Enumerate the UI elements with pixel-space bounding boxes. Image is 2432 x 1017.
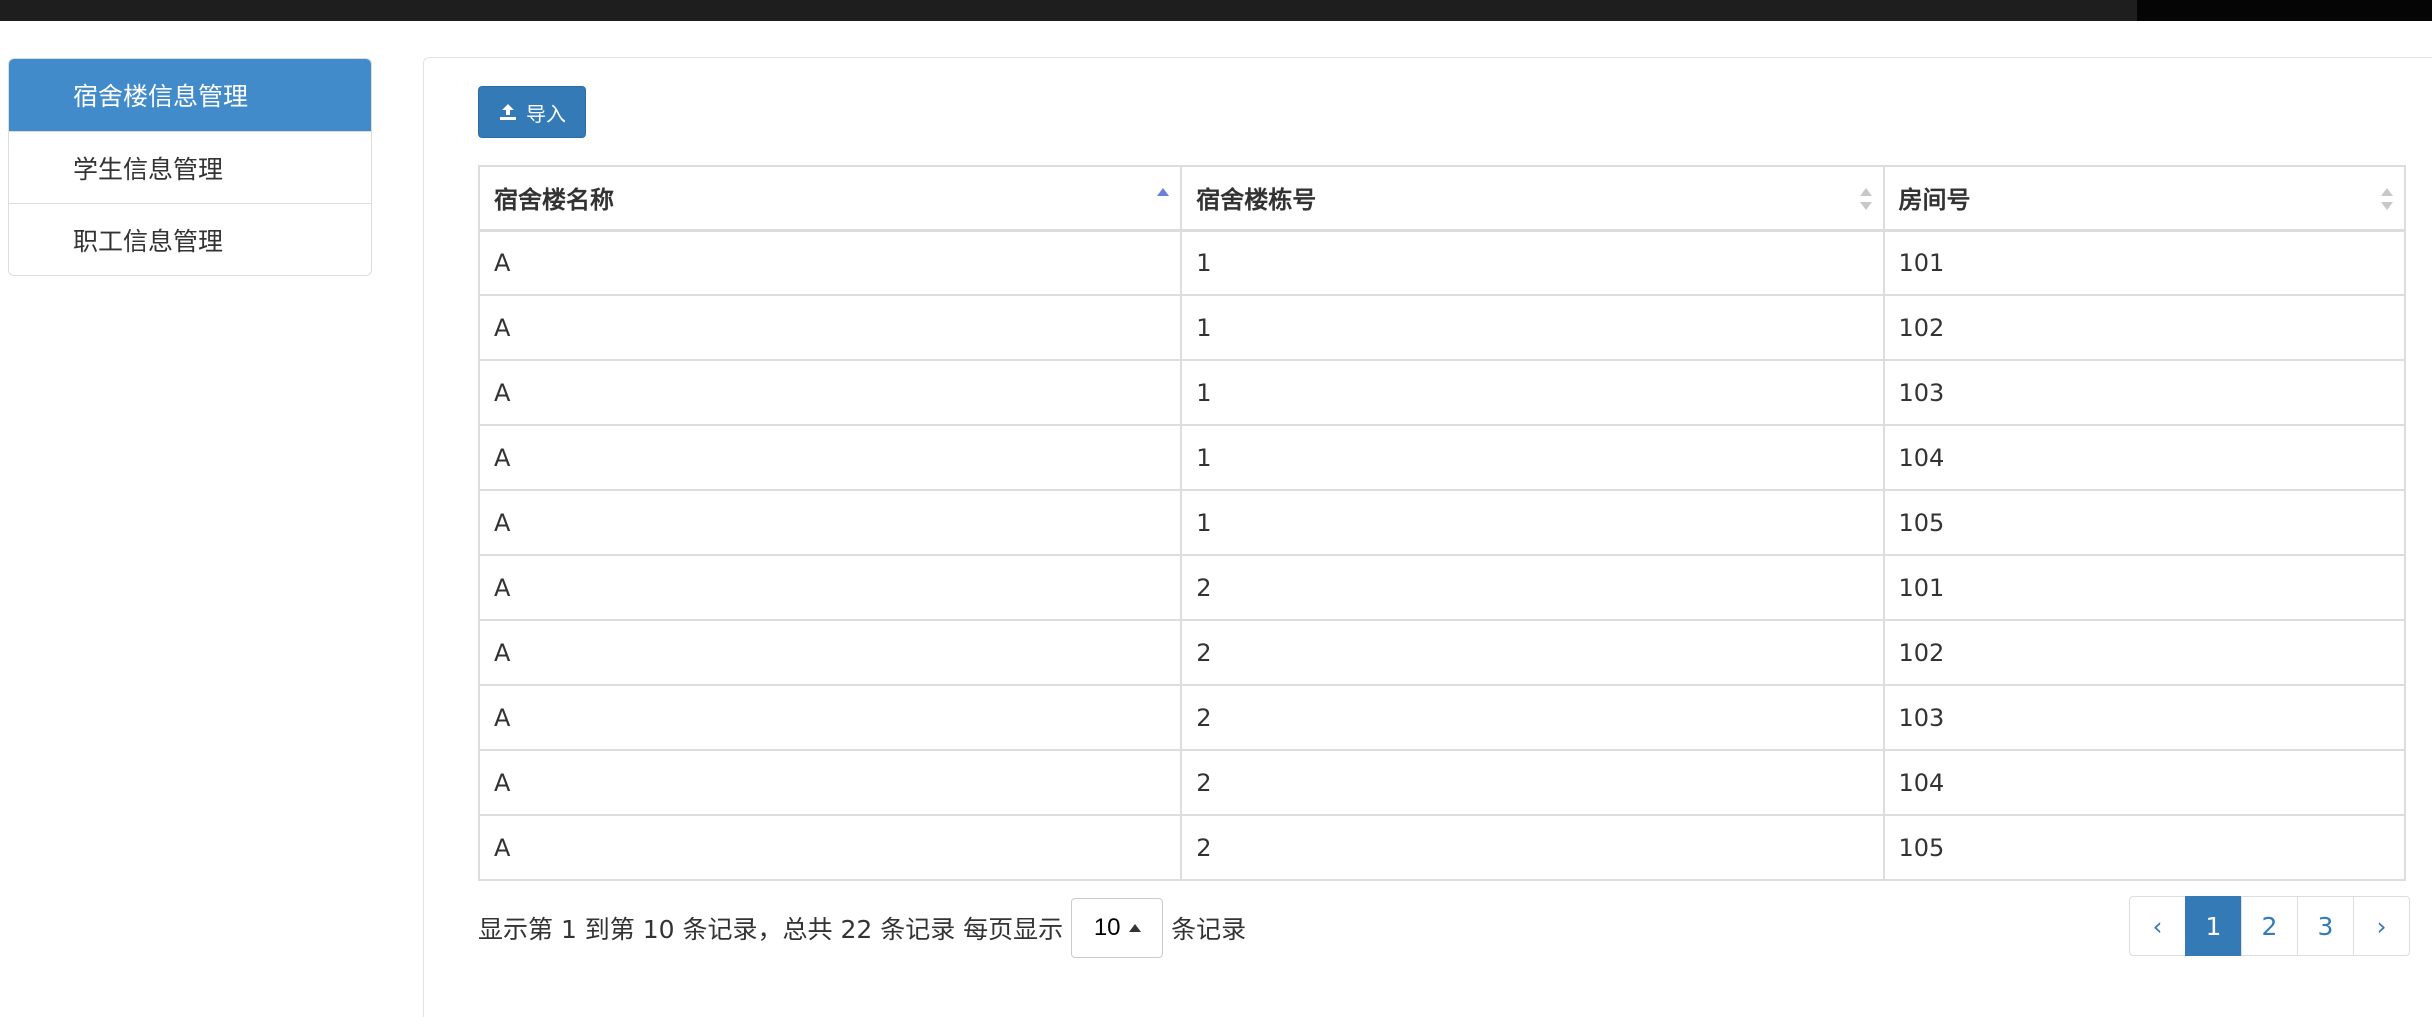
cell-building-name: A [477,749,1183,816]
cell-building-number: 2 [1180,619,1885,686]
cell-building-name: A [477,684,1183,751]
column-header-building-number[interactable]: 宿舍楼栋号 [1180,165,1885,232]
next-page-button[interactable]: › [2353,896,2410,956]
page-button-3[interactable]: 3 [2297,896,2354,956]
sidebar-nav: 宿舍楼信息管理 学生信息管理 职工信息管理 [8,58,372,276]
cell-building-name: A [477,424,1183,491]
column-header-building-name[interactable]: 宿舍楼名称 [477,165,1183,232]
table-row: A 2 103 [477,684,2406,751]
table-header-row: 宿舍楼名称 宿舍楼栋号 房间号 [477,165,2406,232]
cell-room-number: 101 [1882,554,2406,621]
sort-both-icon [1859,188,1872,210]
cell-room-number: 103 [1882,684,2406,751]
cell-building-number: 2 [1180,814,1885,881]
cell-building-name: A [477,229,1183,296]
prev-page-button[interactable]: ‹ [2129,896,2186,956]
cell-building-number: 1 [1180,359,1885,426]
cell-room-number: 105 [1882,814,2406,881]
import-button[interactable]: 导入 [478,86,586,138]
cell-building-number: 1 [1180,229,1885,296]
table-row: A 1 101 [477,229,2406,296]
import-button-label: 导入 [526,103,566,126]
cell-building-number: 1 [1180,424,1885,491]
cell-building-name: A [477,619,1183,686]
cell-room-number: 105 [1882,489,2406,556]
dormitory-table: 宿舍楼名称 宿舍楼栋号 房间号 A 1 101 A 1 102 A 1 103 … [477,165,2406,881]
cell-building-name: A [477,814,1183,881]
cell-building-number: 1 [1180,489,1885,556]
cell-building-name: A [477,489,1183,556]
top-bar-right [2137,0,2432,21]
top-bar [0,0,2432,21]
cell-building-number: 1 [1180,294,1885,361]
upload-icon [500,104,516,120]
cell-building-number: 2 [1180,554,1885,621]
page-button-2[interactable]: 2 [2241,896,2298,956]
cell-room-number: 101 [1882,229,2406,296]
sort-both-icon [2381,188,2393,210]
sidebar-item-label: 宿舍楼信息管理 [73,82,249,111]
table-row: A 2 105 [477,814,2406,881]
page-button-1[interactable]: 1 [2185,896,2242,956]
table-row: A 1 102 [477,294,2406,361]
pagination-info: 显示第 1 到第 10 条记录，总共 22 条记录 每页显示 10 条记录 [478,898,1246,958]
sidebar-item-staff[interactable]: 职工信息管理 [9,203,371,275]
cell-building-number: 2 [1180,749,1885,816]
page-size-dropdown[interactable]: 10 [1071,898,1164,958]
sidebar-item-dormitory[interactable]: 宿舍楼信息管理 [9,59,371,131]
cell-building-number: 2 [1180,684,1885,751]
cell-room-number: 102 [1882,294,2406,361]
caret-up-icon [1128,924,1141,932]
cell-room-number: 102 [1882,619,2406,686]
pagination: ‹ 1 2 3 › [2129,896,2410,956]
sidebar-item-label: 学生信息管理 [73,154,224,184]
table-row: A 2 101 [477,554,2406,621]
table-row: A 1 105 [477,489,2406,556]
cell-building-name: A [477,359,1183,426]
table-row: A 1 103 [477,359,2406,426]
cell-room-number: 104 [1882,749,2406,816]
sidebar-item-label: 职工信息管理 [73,226,224,256]
table-row: A 2 102 [477,619,2406,686]
sort-asc-icon [1157,188,1170,196]
table-row: A 1 104 [477,424,2406,491]
pagination-info-prefix: 显示第 1 到第 10 条记录，总共 22 条记录 每页显示 [478,915,1064,944]
column-header-room-number[interactable]: 房间号 [1882,165,2406,232]
cell-building-name: A [477,554,1183,621]
sidebar-item-students[interactable]: 学生信息管理 [9,131,371,203]
cell-building-name: A [477,294,1183,361]
page-size-value: 10 [1093,914,1121,941]
cell-room-number: 104 [1882,424,2406,491]
cell-room-number: 103 [1882,359,2406,426]
table-row: A 2 104 [477,749,2406,816]
pagination-info-suffix: 条记录 [1171,915,1247,944]
